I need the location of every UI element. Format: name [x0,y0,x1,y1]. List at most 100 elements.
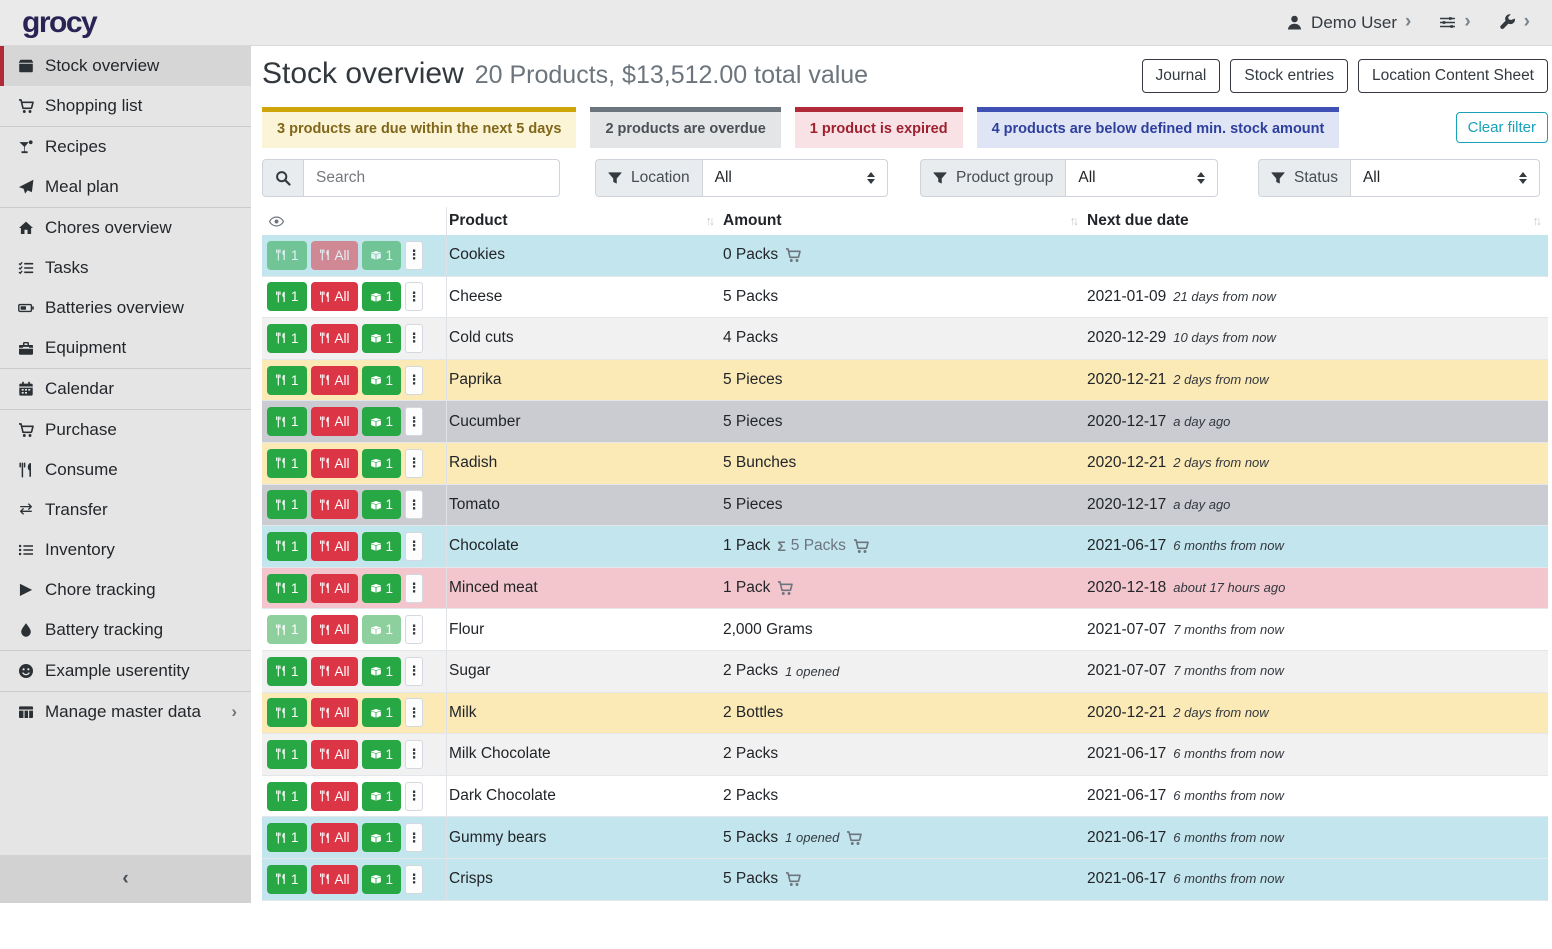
open-one-button[interactable]: 1 [362,282,402,311]
column-header-next-due-date[interactable]: Next due date↑↓ [1085,212,1548,230]
consume-all-button[interactable]: All [311,698,358,727]
banner-danger[interactable]: 1 product is expired [795,107,963,148]
open-one-button[interactable]: 1 [362,698,402,727]
row-menu-button[interactable]: ⋮ [405,366,423,395]
row-menu-button[interactable]: ⋮ [405,490,423,519]
consume-one-button[interactable]: 1 [267,782,307,811]
row-menu-button[interactable]: ⋮ [405,282,423,311]
settings-menu[interactable]: › [1439,12,1470,33]
column-header-amount[interactable]: Amount↑↓ [721,212,1085,230]
open-one-button[interactable]: 1 [362,532,402,561]
sidebar-item-example-userentity[interactable]: Example userentity [0,651,251,691]
open-one-button[interactable]: 1 [362,657,402,686]
user-menu[interactable]: Demo User › [1286,12,1411,33]
row-menu-button[interactable]: ⋮ [405,615,423,644]
product-name-cell[interactable]: Flour [447,621,721,639]
product-group-filter-select[interactable]: All [1066,159,1218,197]
row-menu-button[interactable]: ⋮ [405,324,423,353]
sidebar-item-manage-master-data[interactable]: Manage master data› [0,692,251,732]
open-one-button[interactable]: 1 [362,823,402,852]
location-filter-select[interactable]: All [703,159,888,197]
consume-all-button[interactable]: All [311,449,358,478]
sidebar-item-consume[interactable]: Consume [0,450,251,490]
consume-one-button[interactable]: 1 [267,282,307,311]
consume-all-button[interactable]: All [311,740,358,769]
sidebar-item-tasks[interactable]: Tasks [0,248,251,288]
product-name-cell[interactable]: Milk [447,704,721,722]
open-one-button[interactable]: 1 [362,740,402,769]
open-one-button[interactable]: 1 [362,865,402,894]
sidebar-item-inventory[interactable]: Inventory [0,530,251,570]
consume-one-button[interactable]: 1 [267,823,307,852]
grocy-logo[interactable]: grocy [22,6,96,40]
sidebar-item-transfer[interactable]: ⇄Transfer [0,490,251,530]
product-name-cell[interactable]: Cold cuts [447,329,721,347]
clear-filter-button[interactable]: Clear filter [1456,112,1548,143]
product-name-cell[interactable]: Radish [447,454,721,472]
consume-all-button[interactable]: All [311,865,358,894]
consume-all-button[interactable]: All [311,615,358,644]
open-one-button[interactable]: 1 [362,449,402,478]
location-content-sheet-button[interactable]: Location Content Sheet [1358,59,1548,93]
consume-all-button[interactable]: All [311,782,358,811]
row-menu-button[interactable]: ⋮ [405,407,423,436]
consume-all-button[interactable]: All [311,823,358,852]
row-menu-button[interactable]: ⋮ [405,782,423,811]
consume-one-button[interactable]: 1 [267,407,307,436]
row-menu-button[interactable]: ⋮ [405,532,423,561]
consume-one-button[interactable]: 1 [267,241,307,270]
open-one-button[interactable]: 1 [362,782,402,811]
sidebar-item-purchase[interactable]: Purchase [0,410,251,450]
consume-all-button[interactable]: All [311,532,358,561]
product-name-cell[interactable]: Tomato [447,496,721,514]
product-name-cell[interactable]: Paprika [447,371,721,389]
row-menu-button[interactable]: ⋮ [405,449,423,478]
sidebar-item-chore-tracking[interactable]: ▶Chore tracking [0,570,251,610]
product-name-cell[interactable]: Sugar [447,662,721,680]
open-one-button[interactable]: 1 [362,241,402,270]
sidebar-item-calendar[interactable]: Calendar [0,369,251,409]
row-menu-button[interactable]: ⋮ [405,698,423,727]
open-one-button[interactable]: 1 [362,574,402,603]
row-menu-button[interactable]: ⋮ [405,823,423,852]
product-name-cell[interactable]: Cookies [447,246,721,264]
consume-one-button[interactable]: 1 [267,574,307,603]
consume-one-button[interactable]: 1 [267,740,307,769]
product-name-cell[interactable]: Chocolate [447,537,721,555]
product-name-cell[interactable]: Crisps [447,870,721,888]
product-name-cell[interactable]: Gummy bears [447,829,721,847]
product-name-cell[interactable]: Cheese [447,288,721,306]
consume-one-button[interactable]: 1 [267,324,307,353]
consume-one-button[interactable]: 1 [267,490,307,519]
row-menu-button[interactable]: ⋮ [405,657,423,686]
row-menu-button[interactable]: ⋮ [405,574,423,603]
consume-all-button[interactable]: All [311,490,358,519]
consume-all-button[interactable]: All [311,657,358,686]
row-menu-button[interactable]: ⋮ [405,865,423,894]
consume-all-button[interactable]: All [311,282,358,311]
consume-all-button[interactable]: All [311,241,358,270]
status-filter-select[interactable]: All [1351,159,1540,197]
row-menu-button[interactable]: ⋮ [405,241,423,270]
banner-secondary[interactable]: 2 products are overdue [590,107,780,148]
consume-one-button[interactable]: 1 [267,449,307,478]
open-one-button[interactable]: 1 [362,615,402,644]
sidebar-collapse-button[interactable]: ‹ [0,855,251,903]
stock-entries-button[interactable]: Stock entries [1230,59,1348,93]
consume-one-button[interactable]: 1 [267,865,307,894]
consume-all-button[interactable]: All [311,574,358,603]
consume-one-button[interactable]: 1 [267,657,307,686]
product-name-cell[interactable]: Cucumber [447,413,721,431]
row-menu-button[interactable]: ⋮ [405,740,423,769]
sidebar-item-stock-overview[interactable]: Stock overview [0,46,251,86]
consume-all-button[interactable]: All [311,407,358,436]
consume-all-button[interactable]: All [311,324,358,353]
product-name-cell[interactable]: Minced meat [447,579,721,597]
banner-warning[interactable]: 3 products are due within the next 5 day… [262,107,576,148]
product-name-cell[interactable]: Milk Chocolate [447,745,721,763]
column-header-product[interactable]: Product↑↓ [447,212,721,230]
open-one-button[interactable]: 1 [362,366,402,395]
sidebar-item-batteries-overview[interactable]: Batteries overview [0,288,251,328]
consume-one-button[interactable]: 1 [267,532,307,561]
search-input[interactable] [304,159,560,197]
